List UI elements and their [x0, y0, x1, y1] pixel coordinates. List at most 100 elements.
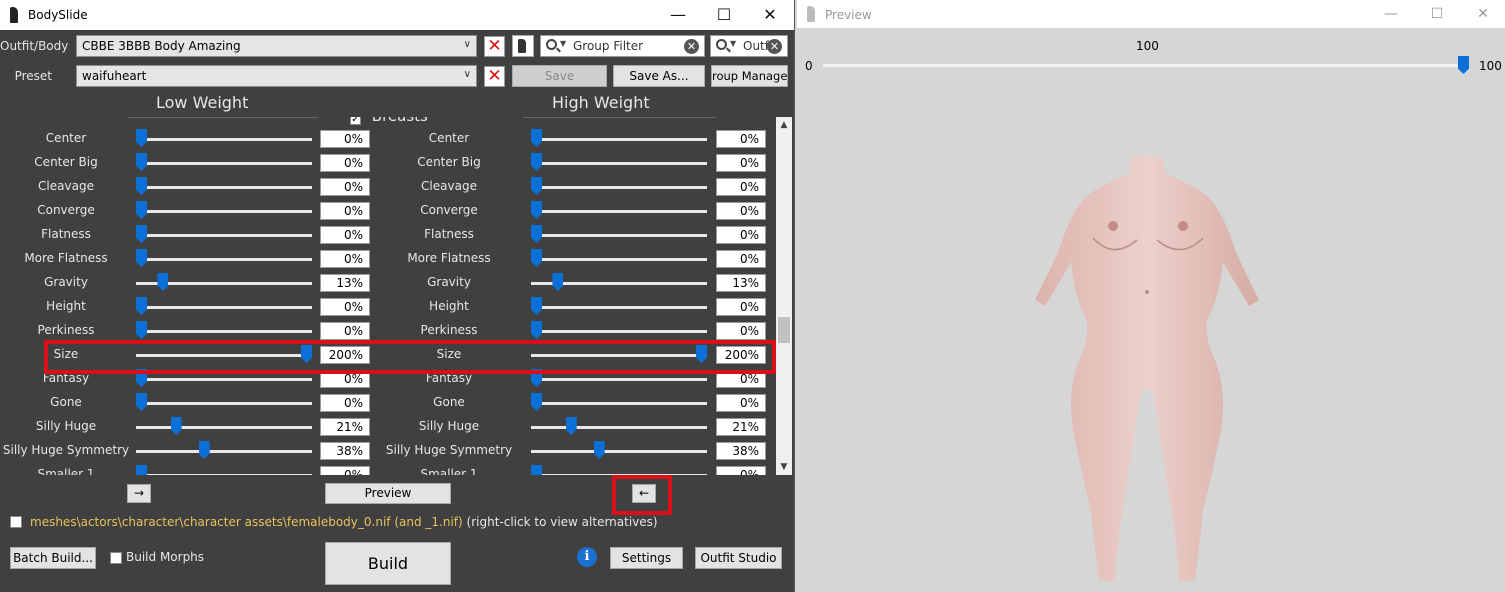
slider-value-high[interactable]: 0% — [716, 178, 766, 196]
slider-thumb-high[interactable] — [531, 321, 542, 339]
slider-thumb-low[interactable] — [157, 273, 169, 291]
slider-thumb-high[interactable] — [531, 393, 542, 411]
slider-track-high[interactable] — [531, 330, 707, 333]
slider-track-low[interactable] — [136, 450, 312, 453]
close-button[interactable]: ✕ — [1460, 0, 1505, 30]
slider-track-high[interactable] — [531, 234, 707, 237]
slider-value-high[interactable]: 0% — [716, 394, 766, 412]
slider-thumb-high[interactable] — [552, 273, 564, 291]
slider-value-high[interactable]: 0% — [716, 226, 766, 244]
slider-value-low[interactable]: 0% — [320, 322, 370, 340]
slider-value-high[interactable]: 0% — [716, 250, 766, 268]
slider-thumb-low[interactable] — [136, 177, 147, 195]
delete-outfit-button[interactable]: ✕ — [484, 36, 505, 57]
slider-thumb-high[interactable] — [531, 177, 542, 195]
slider-thumb-high[interactable] — [531, 225, 542, 243]
slider-value-low[interactable]: 0% — [320, 250, 370, 268]
slider-value-low[interactable]: 0% — [320, 154, 370, 172]
slider-thumb-high[interactable] — [531, 249, 542, 267]
slider-value-high[interactable]: 0% — [716, 322, 766, 340]
slider-thumb-low[interactable] — [136, 465, 147, 475]
slider-track-low[interactable] — [136, 162, 312, 165]
delete-preset-button[interactable]: ✕ — [484, 66, 505, 87]
slider-thumb-high[interactable] — [531, 129, 542, 147]
slider-value-high[interactable]: 38% — [716, 442, 766, 460]
slider-value-high[interactable]: 0% — [716, 154, 766, 172]
outfit-select[interactable]: CBBE 3BBB Body Amazing ∨ — [76, 35, 477, 57]
slider-track-low[interactable] — [136, 426, 312, 429]
settings-button[interactable]: Settings — [610, 547, 683, 569]
slider-value-low[interactable]: 0% — [320, 394, 370, 412]
outfit-studio-button[interactable]: Outfit Studio — [695, 547, 782, 569]
slider-value-high[interactable]: 21% — [716, 418, 766, 436]
clear-icon[interactable]: ✕ — [767, 39, 782, 54]
minimize-button[interactable]: — — [655, 0, 701, 30]
close-button[interactable]: ✕ — [747, 0, 793, 30]
slider-value-high[interactable]: 0% — [716, 130, 766, 148]
slider-thumb-high[interactable] — [531, 297, 542, 315]
group-manager-button[interactable]: roup Manage — [711, 65, 788, 87]
slider-value-low[interactable]: 0% — [320, 298, 370, 316]
slider-track-high[interactable] — [531, 162, 707, 165]
save-as-button[interactable]: Save As... — [613, 65, 705, 87]
category-header[interactable]: ✓ Breasts — [350, 117, 428, 125]
slider-thumb-low[interactable] — [136, 225, 147, 243]
maximize-button[interactable]: ☐ — [701, 0, 747, 30]
slider-track-low[interactable] — [136, 306, 312, 309]
slider-thumb-high[interactable] — [531, 201, 542, 219]
copy-low-to-high-button[interactable]: → — [127, 484, 151, 503]
slider-track-high[interactable] — [531, 450, 707, 453]
slider-thumb-low[interactable] — [136, 201, 147, 219]
slider-track-high[interactable] — [531, 306, 707, 309]
slider-value-high[interactable]: 13% — [716, 274, 766, 292]
slider-thumb-low[interactable] — [136, 321, 147, 339]
minimize-button[interactable]: — — [1368, 0, 1414, 30]
slider-thumb-low[interactable] — [198, 441, 210, 459]
scrollbar[interactable]: ▲ ▼ — [776, 117, 792, 475]
slider-thumb-low[interactable] — [136, 297, 147, 315]
slider-track-high[interactable] — [531, 258, 707, 261]
slider-thumb-low[interactable] — [136, 153, 147, 171]
maximize-button[interactable]: ☐ — [1414, 0, 1460, 30]
slider-value-low[interactable]: 0% — [320, 226, 370, 244]
slider-value-low[interactable]: 0% — [320, 178, 370, 196]
build-morphs-checkbox[interactable] — [110, 552, 122, 564]
weight-slider-thumb[interactable] — [1458, 56, 1469, 74]
slider-track-high[interactable] — [531, 210, 707, 213]
slider-track-low[interactable] — [136, 258, 312, 261]
copy-high-to-low-button[interactable]: ← — [632, 484, 656, 503]
slider-track-high[interactable] — [531, 402, 707, 405]
scroll-up-icon[interactable]: ▲ — [776, 117, 792, 133]
slider-value-low[interactable]: 13% — [320, 274, 370, 292]
slider-track-low[interactable] — [136, 474, 312, 475]
scroll-down-icon[interactable]: ▼ — [776, 459, 792, 475]
build-button[interactable]: Build — [325, 542, 451, 585]
slider-thumb-high[interactable] — [593, 441, 605, 459]
slider-track-low[interactable] — [136, 138, 312, 141]
outfit-filter-input[interactable]: ▼ Outfi ✕ — [710, 35, 788, 57]
slider-thumb-high[interactable] — [531, 153, 542, 171]
batch-build-button[interactable]: Batch Build... — [10, 547, 96, 569]
slider-track-low[interactable] — [136, 402, 312, 405]
scroll-thumb[interactable] — [778, 317, 790, 343]
slider-track-high[interactable] — [531, 426, 707, 429]
slider-track-high[interactable] — [531, 138, 707, 141]
slider-track-low[interactable] — [136, 186, 312, 189]
slider-thumb-low[interactable] — [170, 417, 182, 435]
clear-icon[interactable]: ✕ — [684, 39, 699, 54]
group-filter-input[interactable]: ▼ Group Filter ✕ — [540, 35, 705, 57]
slider-track-low[interactable] — [136, 234, 312, 237]
slider-thumb-low[interactable] — [136, 249, 147, 267]
outfit-studio-icon-button[interactable] — [512, 35, 534, 57]
slider-value-low[interactable]: 21% — [320, 418, 370, 436]
slider-value-low[interactable]: 0% — [320, 130, 370, 148]
category-checkbox[interactable]: ✓ — [350, 117, 361, 125]
save-button[interactable]: Save — [512, 65, 607, 87]
body-model-preview[interactable] — [1027, 150, 1267, 590]
slider-value-high[interactable]: 0% — [716, 466, 766, 475]
info-icon[interactable]: i — [577, 547, 597, 567]
slider-thumb-low[interactable] — [136, 129, 147, 147]
preset-select[interactable]: waifuheart ∨ — [76, 65, 477, 87]
slider-track-low[interactable] — [136, 330, 312, 333]
slider-value-high[interactable]: 0% — [716, 298, 766, 316]
